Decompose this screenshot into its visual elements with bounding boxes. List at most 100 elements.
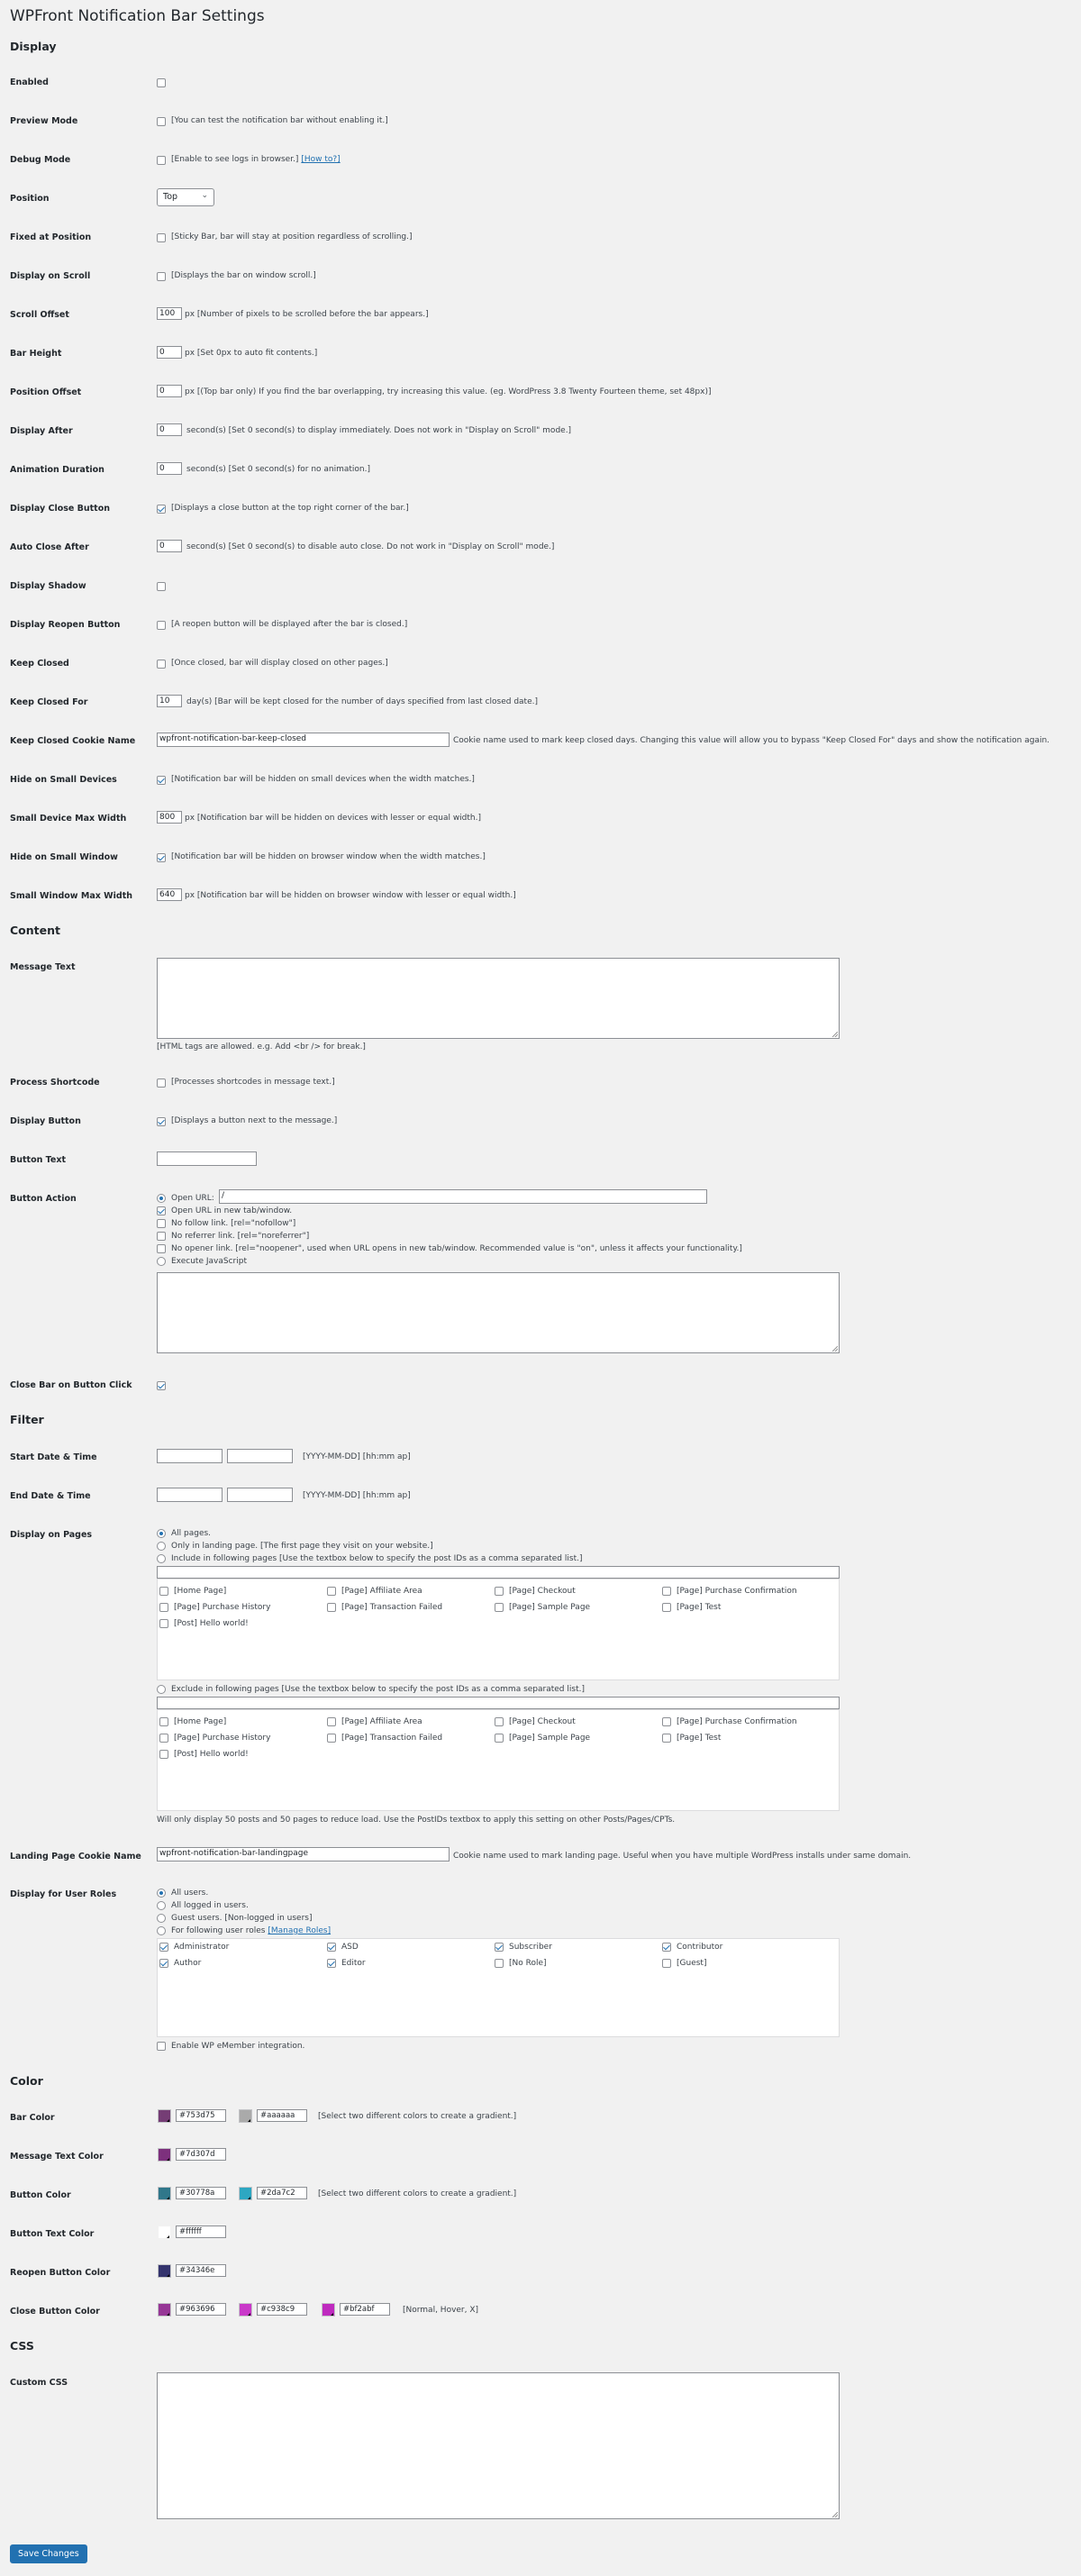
exclude-hello-world-checkbox[interactable] bbox=[159, 1750, 168, 1759]
guest-users-radio[interactable] bbox=[157, 1914, 166, 1923]
close-button-normal-swatch[interactable] bbox=[158, 2303, 171, 2317]
display-shadow-checkbox[interactable] bbox=[157, 582, 166, 591]
button-color-from-swatch[interactable] bbox=[158, 2187, 171, 2200]
include-home-page-checkbox[interactable] bbox=[159, 1587, 168, 1596]
exclude-purchase-confirmation-checkbox[interactable] bbox=[662, 1717, 671, 1726]
close-button-x-input[interactable]: #bf2abf bbox=[340, 2303, 390, 2316]
button-color-to-input[interactable]: #2da7c2 bbox=[257, 2187, 307, 2199]
display-button-checkbox[interactable] bbox=[157, 1117, 166, 1126]
position-offset-input[interactable]: 0 bbox=[157, 385, 182, 397]
exclude-sample-page-checkbox[interactable] bbox=[495, 1734, 504, 1743]
message-text-color-input[interactable]: #7d307d bbox=[176, 2148, 226, 2161]
open-url-radio[interactable] bbox=[157, 1194, 166, 1203]
bar-color-to-input[interactable]: #aaaaaa bbox=[257, 2109, 307, 2122]
execute-js-radio[interactable] bbox=[157, 1257, 166, 1266]
hide-on-small-window-checkbox[interactable] bbox=[157, 853, 166, 862]
display-on-scroll-checkbox[interactable] bbox=[157, 272, 166, 281]
exclude-purchase-history-checkbox[interactable] bbox=[159, 1734, 168, 1743]
scroll-offset-input[interactable]: 100 bbox=[157, 307, 182, 320]
role-no-role-checkbox[interactable] bbox=[495, 1959, 504, 1968]
button-color-to-swatch[interactable] bbox=[239, 2187, 252, 2200]
nofollow-checkbox[interactable] bbox=[157, 1219, 166, 1228]
keep-closed-cookie-name-input[interactable]: wpfront-notification-bar-keep-closed bbox=[157, 733, 450, 747]
bar-color-from-swatch[interactable] bbox=[158, 2109, 171, 2123]
message-text-color-swatch[interactable] bbox=[158, 2148, 171, 2162]
role-author-checkbox[interactable] bbox=[159, 1959, 168, 1968]
exclude-post-ids-input[interactable] bbox=[157, 1697, 840, 1709]
close-button-hover-input[interactable]: #c938c9 bbox=[257, 2303, 307, 2316]
position-select[interactable]: Top ⌄ bbox=[157, 188, 214, 206]
display-reopen-button-checkbox[interactable] bbox=[157, 621, 166, 630]
new-tab-checkbox[interactable] bbox=[157, 1206, 166, 1215]
role-editor-checkbox[interactable] bbox=[327, 1959, 336, 1968]
debug-mode-checkbox[interactable] bbox=[157, 156, 166, 165]
how-to-link[interactable]: [How to?] bbox=[301, 155, 340, 164]
include-pages-radio[interactable] bbox=[157, 1554, 166, 1563]
include-sample-page-checkbox[interactable] bbox=[495, 1603, 504, 1612]
all-pages-radio[interactable] bbox=[157, 1529, 166, 1538]
save-changes-button[interactable]: Save Changes bbox=[10, 2544, 87, 2563]
include-affiliate-area-checkbox[interactable] bbox=[327, 1587, 336, 1596]
all-users-radio[interactable] bbox=[157, 1889, 166, 1898]
start-date-input[interactable] bbox=[157, 1449, 223, 1463]
small-window-max-width-input[interactable]: 640 bbox=[157, 888, 182, 901]
role-contributor-checkbox[interactable] bbox=[662, 1943, 671, 1952]
role-guest-checkbox[interactable] bbox=[662, 1959, 671, 1968]
button-color-from-input[interactable]: #30778a bbox=[176, 2187, 226, 2199]
start-time-input[interactable] bbox=[227, 1449, 293, 1463]
wp-emember-checkbox[interactable] bbox=[157, 2042, 166, 2051]
following-roles-radio[interactable] bbox=[157, 1926, 166, 1935]
small-device-max-width-input[interactable]: 800 bbox=[157, 811, 182, 824]
message-text-textarea[interactable] bbox=[157, 958, 840, 1039]
keep-closed-checkbox[interactable] bbox=[157, 660, 166, 669]
role-administrator-checkbox[interactable] bbox=[159, 1943, 168, 1952]
close-bar-on-button-click-checkbox[interactable] bbox=[157, 1381, 166, 1390]
reopen-button-color-swatch[interactable] bbox=[158, 2264, 171, 2278]
enabled-checkbox[interactable] bbox=[157, 78, 166, 87]
include-hello-world-checkbox[interactable] bbox=[159, 1619, 168, 1628]
animation-duration-input[interactable]: 0 bbox=[157, 462, 182, 475]
open-url-input[interactable]: / bbox=[219, 1189, 707, 1204]
include-post-ids-input[interactable] bbox=[157, 1566, 840, 1579]
include-transaction-failed-checkbox[interactable] bbox=[327, 1603, 336, 1612]
manage-roles-link[interactable]: [Manage Roles] bbox=[268, 1926, 331, 1935]
include-purchase-confirmation-checkbox[interactable] bbox=[662, 1587, 671, 1596]
display-close-button-checkbox[interactable] bbox=[157, 505, 166, 514]
button-text-color-swatch[interactable] bbox=[158, 2226, 171, 2239]
noopener-checkbox[interactable] bbox=[157, 1244, 166, 1253]
display-after-input[interactable]: 0 bbox=[157, 423, 182, 436]
close-button-normal-input[interactable]: #963696 bbox=[176, 2303, 226, 2316]
role-subscriber-checkbox[interactable] bbox=[495, 1943, 504, 1952]
auto-close-after-input[interactable]: 0 bbox=[157, 540, 182, 552]
exclude-home-page-checkbox[interactable] bbox=[159, 1717, 168, 1726]
role-asd-checkbox[interactable] bbox=[327, 1943, 336, 1952]
exclude-pages-radio[interactable] bbox=[157, 1685, 166, 1694]
close-button-hover-swatch[interactable] bbox=[239, 2303, 252, 2317]
landing-page-cookie-name-input[interactable]: wpfront-notification-bar-landingpage bbox=[157, 1847, 450, 1861]
noreferrer-checkbox[interactable] bbox=[157, 1232, 166, 1241]
exclude-transaction-failed-checkbox[interactable] bbox=[327, 1734, 336, 1743]
preview-mode-checkbox[interactable] bbox=[157, 117, 166, 126]
button-text-color-input[interactable]: #ffffff bbox=[176, 2226, 226, 2238]
bar-height-input[interactable]: 0 bbox=[157, 346, 182, 359]
exclude-test-checkbox[interactable] bbox=[662, 1734, 671, 1743]
close-button-x-swatch[interactable] bbox=[322, 2303, 335, 2317]
fixed-at-position-checkbox[interactable] bbox=[157, 233, 166, 242]
button-text-input[interactable] bbox=[157, 1151, 257, 1166]
include-test-checkbox[interactable] bbox=[662, 1603, 671, 1612]
logged-in-radio[interactable] bbox=[157, 1901, 166, 1910]
end-date-input[interactable] bbox=[157, 1488, 223, 1502]
landing-only-radio[interactable] bbox=[157, 1542, 166, 1551]
custom-css-textarea[interactable] bbox=[157, 2372, 840, 2519]
exclude-checkout-checkbox[interactable] bbox=[495, 1717, 504, 1726]
end-time-input[interactable] bbox=[227, 1488, 293, 1502]
include-checkout-checkbox[interactable] bbox=[495, 1587, 504, 1596]
hide-on-small-devices-checkbox[interactable] bbox=[157, 776, 166, 785]
keep-closed-for-input[interactable]: 10 bbox=[157, 695, 182, 707]
process-shortcode-checkbox[interactable] bbox=[157, 1079, 166, 1088]
exclude-affiliate-area-checkbox[interactable] bbox=[327, 1717, 336, 1726]
bar-color-from-input[interactable]: #753d75 bbox=[176, 2109, 226, 2122]
execute-js-textarea[interactable] bbox=[157, 1272, 840, 1353]
include-purchase-history-checkbox[interactable] bbox=[159, 1603, 168, 1612]
reopen-button-color-input[interactable]: #34346e bbox=[176, 2264, 226, 2277]
